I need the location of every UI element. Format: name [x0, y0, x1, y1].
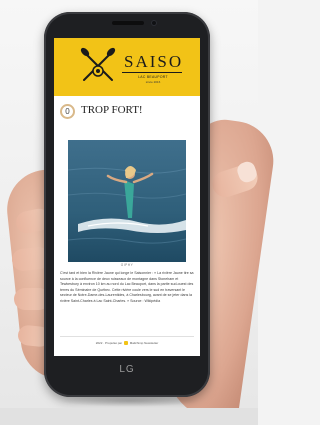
post-body: C'est tard et bien la Rivière Jaune qui …: [60, 271, 194, 303]
newsletter-footer: 2022 · Propulsé par Mailchimp Newsletter: [54, 341, 200, 346]
phone-screen[interactable]: SAISO LAC BEAUPORT since 2016 0 TROP FOR…: [54, 38, 200, 356]
mailchimp-icon: [123, 341, 128, 346]
surfer-photo-icon[interactable]: [68, 140, 186, 262]
crossed-paddles-icon: [80, 47, 116, 81]
footer-powered-by[interactable]: Mailchimp Newsletter: [130, 341, 159, 345]
brand-subtitle: LAC BEAUPORT: [138, 75, 168, 79]
speaker-grille: [112, 21, 144, 25]
phone: SAISO LAC BEAUPORT since 2016 0 TROP FOR…: [44, 12, 210, 397]
footer-text: 2022 · Propulsé par: [95, 341, 123, 345]
image-credit: GIPHY: [120, 263, 134, 267]
post-counter-badge: 0: [60, 104, 75, 119]
front-camera: [151, 20, 157, 26]
device-brand: LG: [119, 364, 135, 375]
footer-divider: [60, 336, 194, 337]
post-title: TROP FORT!: [81, 104, 143, 116]
brand-name: SAISO: [124, 52, 184, 71]
table-surface: [0, 408, 258, 425]
newsletter-header: SAISO LAC BEAUPORT since 2016: [54, 38, 200, 96]
brand-underline: [122, 72, 182, 73]
brand-subtitle-2: since 2016: [145, 80, 161, 84]
